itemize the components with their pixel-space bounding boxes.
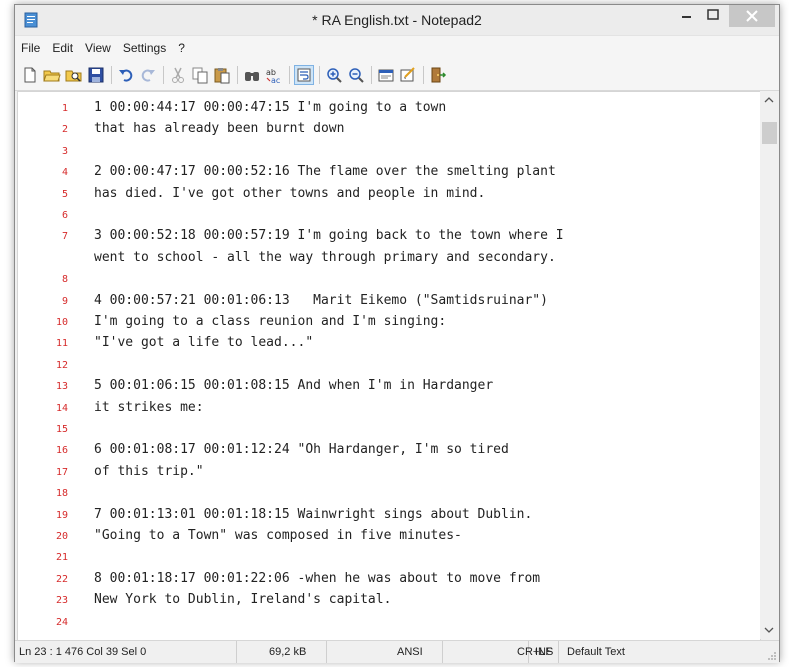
paste-icon[interactable] [213, 66, 231, 84]
title-bar[interactable]: * RA English.txt - Notepad2 [15, 5, 779, 36]
line-number-gutter: 1 2 3 4 5 6 7 8 9 10 11 12 13 14 15 16 17 18 19 20 21 22 23 24 [18, 92, 76, 640]
cut-icon[interactable] [169, 66, 187, 84]
find-icon[interactable] [243, 66, 261, 84]
toolbar-separator [423, 66, 424, 84]
line-number: 3 [61, 145, 68, 157]
editor-line[interactable]: I'm going to a class reunion and I'm sin… [94, 314, 446, 329]
text-editor[interactable]: 1 2 3 4 5 6 7 8 9 10 11 12 13 14 15 16 17 18 19 20 21 22 23 24 … [17, 91, 761, 641]
editor-line[interactable]: that has already been burnt down [94, 121, 344, 136]
line-number: 22 [55, 573, 68, 585]
chevron-down-icon [764, 627, 774, 633]
svg-text:ac: ac [271, 76, 280, 84]
undo-icon[interactable] [117, 66, 135, 84]
line-number: 24 [55, 616, 68, 628]
line-number: 21 [55, 552, 68, 564]
menu-bar: File Edit View Settings? [15, 36, 779, 60]
line-number: 6 [61, 210, 68, 221]
line-number: 5 [61, 188, 68, 200]
line-number: 20 [55, 531, 68, 542]
chevron-up-icon [764, 97, 774, 103]
exit-icon[interactable] [429, 66, 447, 84]
status-line-endings[interactable]: CR+LF [443, 641, 552, 663]
status-position[interactable]: Ln 23 : 1 476 Col 39 Sel 0 [15, 641, 237, 663]
editor-line[interactable]: "I've got a life to lead..." [94, 335, 313, 350]
browse-icon[interactable] [65, 66, 83, 84]
status-file-size: 69,2 kB [237, 641, 327, 663]
line-number: 23 [55, 595, 68, 607]
line-number: 13 [55, 381, 68, 393]
menu-edit[interactable]: Edit [46, 36, 79, 60]
toolbar-separator [111, 66, 112, 84]
toolbar-separator [319, 66, 320, 84]
customize-icon[interactable] [399, 66, 417, 84]
zoom-in-icon[interactable] [325, 66, 343, 84]
scheme-icon[interactable] [377, 66, 395, 84]
redo-icon[interactable] [139, 66, 157, 84]
line-number: 12 [55, 359, 68, 371]
line-number: 7 [61, 231, 68, 243]
line-number: 1 [61, 103, 68, 114]
word-wrap-icon[interactable] [294, 65, 314, 85]
line-number: 15 [55, 424, 68, 435]
close-icon [746, 10, 758, 22]
resize-grip-icon[interactable] [767, 651, 777, 661]
copy-icon[interactable] [191, 66, 209, 84]
toolbar-separator [237, 66, 238, 84]
editor-line[interactable]: of this trip." [94, 464, 204, 479]
line-number: 18 [55, 488, 68, 500]
notepad2-window: * RA English.txt - Notepad2 File Edit View… [14, 4, 780, 663]
toolbar-separator [163, 66, 164, 84]
editor-line[interactable]: went to school - all the way through pri… [94, 250, 556, 265]
scroll-thumb[interactable] [762, 122, 777, 144]
replace-icon[interactable]: ab ac [265, 66, 283, 84]
editor-line[interactable]: it strikes me: [94, 400, 204, 415]
editor-line[interactable]: 6 00:01:08:17 00:01:12:24 "Oh Hardanger,… [94, 442, 509, 457]
zoom-out-icon[interactable] [347, 66, 365, 84]
menu-settings[interactable]: Settings [117, 36, 172, 60]
editor-line[interactable]: 2 00:00:47:17 00:00:52:16 The flame over… [94, 164, 556, 179]
editor-line[interactable]: 1 00:00:44:17 00:00:47:15 I'm going to a… [94, 100, 446, 115]
status-insert-mode[interactable]: INS [529, 641, 559, 663]
editor-line[interactable]: 8 00:01:18:17 00:01:22:06 -when he was a… [94, 571, 540, 586]
minimize-button[interactable] [673, 5, 699, 27]
editor-line[interactable]: 3 00:00:52:18 00:00:57:19 I'm going back… [94, 228, 564, 243]
line-number: 9 [61, 295, 68, 307]
editor-line[interactable]: has died. I've got other towns and peopl… [94, 186, 485, 201]
line-number: 10 [55, 317, 68, 328]
line-number: 16 [55, 445, 68, 457]
window-title: * RA English.txt - Notepad2 [312, 12, 482, 28]
vertical-scrollbar[interactable] [760, 91, 778, 639]
line-number: 11 [55, 338, 68, 350]
editor-line[interactable]: 4 00:00:57:21 00:01:06:13 Marit Eikemo (… [94, 293, 548, 308]
new-file-icon[interactable] [21, 66, 39, 84]
line-number: 2 [61, 124, 68, 136]
toolbar: ab ac [15, 60, 779, 91]
scroll-up-button[interactable] [760, 91, 778, 109]
maximize-button[interactable] [699, 5, 727, 27]
toolbar-separator [371, 66, 372, 84]
line-number: 8 [61, 274, 68, 286]
save-icon[interactable] [87, 66, 105, 84]
close-button[interactable] [729, 5, 775, 27]
open-folder-icon[interactable] [43, 66, 61, 84]
menu-file[interactable]: File [15, 36, 46, 60]
editor-line[interactable]: 7 00:01:13:01 00:01:18:15 Wainwright sin… [94, 507, 532, 522]
status-encoding[interactable]: ANSI [327, 641, 443, 663]
status-bar: Ln 23 : 1 476 Col 39 Sel 0 69,2 kB ANSI … [15, 640, 779, 663]
scroll-down-button[interactable] [760, 621, 778, 639]
editor-line[interactable]: New York to Dublin, Ireland's capital. [94, 592, 391, 607]
menu-view[interactable]: View [79, 36, 117, 60]
status-scheme[interactable]: Default Text [559, 641, 689, 663]
toolbar-separator [289, 66, 290, 84]
line-number: 19 [55, 509, 68, 521]
line-number: 4 [61, 167, 68, 179]
editor-line[interactable]: "Going to a Town" was composed in five m… [94, 528, 462, 543]
line-number: 17 [55, 466, 68, 478]
line-number: 14 [55, 402, 68, 414]
editor-line[interactable]: 5 00:01:06:15 00:01:08:15 And when I'm i… [94, 378, 493, 393]
menu-help[interactable]: ? [172, 36, 191, 60]
